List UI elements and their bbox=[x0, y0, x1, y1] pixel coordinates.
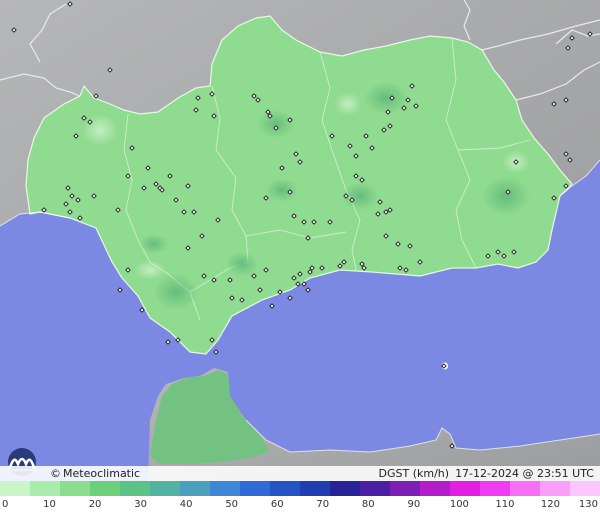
datetime-label: 17-12-2024 @ 23:51 UTC bbox=[455, 467, 594, 480]
color-scale-tick-label: 100 bbox=[449, 499, 469, 510]
color-scale-tick-label: 70 bbox=[316, 499, 330, 510]
color-scale-bar bbox=[0, 481, 600, 496]
color-scale-tick-label: 110 bbox=[495, 499, 515, 510]
color-scale-labels: 0 10 20 30 40 50 60 70 80 90 100 110 120 130 bbox=[0, 496, 600, 517]
color-scale-swatch bbox=[420, 481, 451, 496]
color-scale-swatch bbox=[570, 481, 600, 496]
color-scale-swatch bbox=[270, 481, 301, 496]
variable-label: DGST (km/h) bbox=[378, 467, 450, 480]
color-scale-tick-label: 20 bbox=[88, 499, 102, 510]
map-frame: © Meteoclimatic DGST (km/h) 17-12-2024 @ 2… bbox=[0, 0, 600, 517]
color-scale-tick-label: 60 bbox=[270, 499, 284, 510]
color-scale-tick-label: 120 bbox=[540, 499, 560, 510]
color-scale-swatch bbox=[150, 481, 181, 496]
color-scale-tick-label: 80 bbox=[361, 499, 375, 510]
copyright-symbol: © bbox=[50, 467, 61, 480]
color-scale-swatch bbox=[540, 481, 571, 496]
color-scale-swatch bbox=[360, 481, 391, 496]
color-scale-swatch bbox=[210, 481, 241, 496]
map-metadata: DGST (km/h) 17-12-2024 @ 23:51 UTC bbox=[379, 466, 594, 481]
color-scale-tick-label: 130 bbox=[578, 499, 598, 510]
color-scale-swatch bbox=[180, 481, 211, 496]
color-scale-tick-label: 30 bbox=[134, 499, 147, 510]
color-scale-swatch bbox=[330, 481, 361, 496]
wind-gust-map[interactable] bbox=[0, 0, 600, 481]
color-scale-swatch bbox=[0, 481, 31, 496]
color-scale-swatch bbox=[300, 481, 331, 496]
color-scale-tick-label: 90 bbox=[407, 499, 421, 510]
color-scale-tick-label: 40 bbox=[179, 499, 193, 510]
color-scale-swatch bbox=[450, 481, 481, 496]
color-scale-swatch bbox=[510, 481, 541, 496]
color-scale-swatch bbox=[480, 481, 511, 496]
color-scale-swatch bbox=[390, 481, 421, 496]
color-scale-swatch bbox=[120, 481, 151, 496]
color-scale-swatch bbox=[240, 481, 271, 496]
color-scale-tick-label: 10 bbox=[43, 499, 56, 510]
color-scale-swatch bbox=[60, 481, 91, 496]
brand-name: Meteoclimatic bbox=[63, 467, 141, 480]
color-scale-swatch bbox=[90, 481, 121, 496]
color-scale-tick-label: 50 bbox=[225, 499, 239, 510]
color-scale-swatch bbox=[30, 481, 61, 496]
color-scale-tick-label: 0 bbox=[2, 499, 9, 510]
brand-label: © Meteoclimatic bbox=[50, 466, 140, 481]
